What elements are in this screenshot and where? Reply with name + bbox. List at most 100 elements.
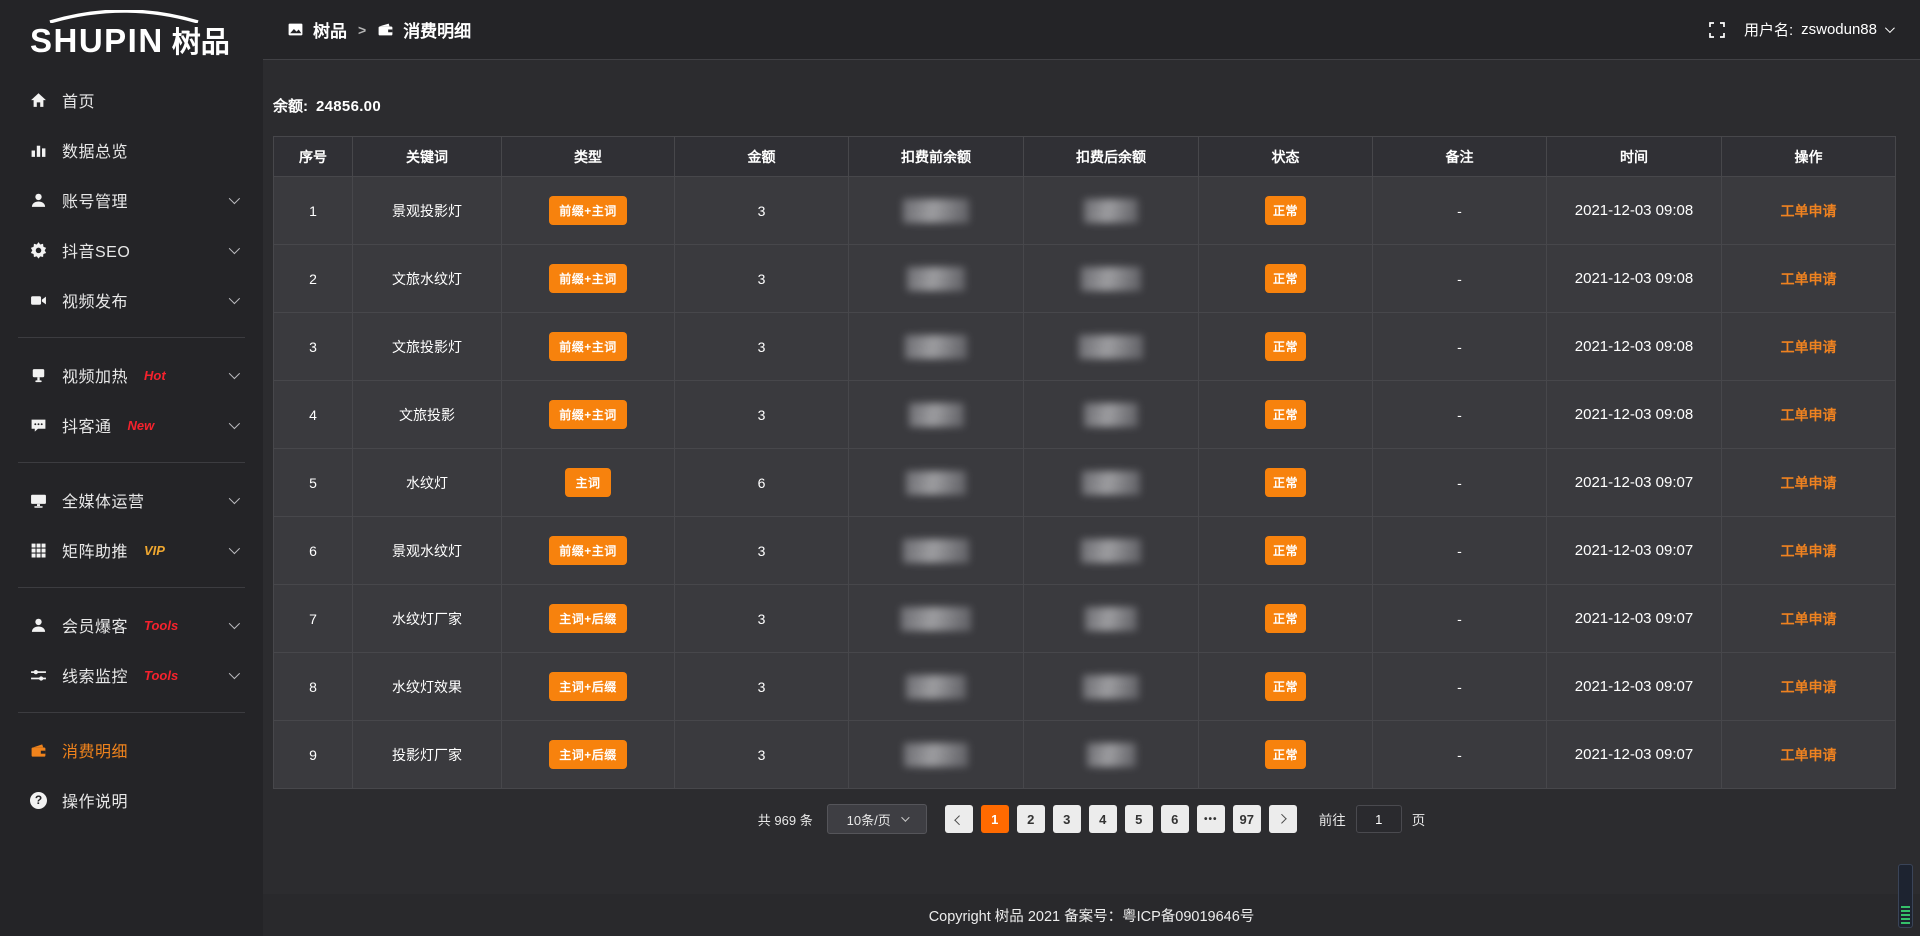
table-row: 8水纹灯效果主词+后缀3正常-2021-12-03 09:07工单申请 [274, 653, 1896, 721]
cell-amount: 3 [675, 381, 849, 449]
cell-keyword: 景观水纹灯 [353, 517, 502, 585]
page-button-2[interactable]: 2 [1017, 805, 1045, 833]
bar-chart-icon [30, 142, 47, 159]
cell-action: 工单申请 [1722, 381, 1896, 449]
next-page-button[interactable] [1269, 805, 1297, 833]
cell-remark: - [1373, 721, 1547, 789]
top-header: 树品 > 消费明细 用户名: zswodun88 [263, 0, 1920, 60]
table-row: 7水纹灯厂家主词+后缀3正常-2021-12-03 09:07工单申请 [274, 585, 1896, 653]
sidebar-item-clue-monitor[interactable]: 线索监控Tools [0, 650, 263, 700]
cell-remark: - [1373, 585, 1547, 653]
cell-amount: 6 [675, 449, 849, 517]
cell-keyword: 水纹灯 [353, 449, 502, 517]
sidebar-item-consume-detail[interactable]: 消费明细 [0, 725, 263, 775]
redacted-balance-before [906, 471, 966, 495]
sidebar-item-home[interactable]: 首页 [0, 75, 263, 125]
sidebar-item-data-overview[interactable]: 数据总览 [0, 125, 263, 175]
page-button-97[interactable]: 97 [1233, 805, 1261, 833]
sidebar-item-video-publish[interactable]: 视频发布 [0, 275, 263, 325]
mini-scroll-widget[interactable] [1898, 864, 1913, 928]
chevron-down-icon [1885, 23, 1895, 33]
cell-status: 正常 [1199, 449, 1373, 517]
sidebar-item-label: 全媒体运营 [62, 488, 145, 512]
sidebar-item-member-baoke[interactable]: 会员爆客Tools [0, 600, 263, 650]
logo-text-cn: 树品 [172, 19, 230, 61]
cell-time: 2021-12-03 09:08 [1547, 177, 1722, 245]
work-order-link[interactable]: 工单申请 [1781, 203, 1837, 219]
more-pages-button[interactable]: ••• [1197, 805, 1225, 833]
work-order-link[interactable]: 工单申请 [1781, 339, 1837, 355]
page-button-1[interactable]: 1 [981, 805, 1009, 833]
work-order-link[interactable]: 工单申请 [1781, 271, 1837, 287]
column-header: 扣费前余额 [849, 137, 1024, 177]
logo-text-en: SHUPIN [30, 22, 164, 60]
chevron-down-icon [229, 243, 240, 254]
page-button-4[interactable]: 4 [1089, 805, 1117, 833]
sidebar-item-media-operation[interactable]: 全媒体运营 [0, 475, 263, 525]
cell-time: 2021-12-03 09:07 [1547, 721, 1722, 789]
page-button-6[interactable]: 6 [1161, 805, 1189, 833]
column-header: 金额 [675, 137, 849, 177]
breadcrumb-root[interactable]: 树品 [313, 17, 347, 42]
question-icon: ? [30, 792, 47, 809]
page-button-3[interactable]: 3 [1053, 805, 1081, 833]
cell-index: 2 [274, 245, 353, 313]
cell-action: 工单申请 [1722, 517, 1896, 585]
work-order-link[interactable]: 工单申请 [1781, 611, 1837, 627]
cell-type: 主词+后缀 [502, 721, 675, 789]
balance-label: 余额: [273, 98, 308, 115]
work-order-link[interactable]: 工单申请 [1781, 475, 1837, 491]
sidebar-item-douyin-seo[interactable]: 抖音SEO [0, 225, 263, 275]
sidebar-item-video-heat[interactable]: 视频加热Hot [0, 350, 263, 400]
sidebar-item-account-manage[interactable]: 账号管理 [0, 175, 263, 225]
goto-label: 前往 [1319, 809, 1346, 829]
cell-balance-before [849, 653, 1024, 721]
page-size-value: 10条/页 [847, 810, 891, 829]
goto-suffix: 页 [1412, 809, 1426, 829]
work-order-link[interactable]: 工单申请 [1781, 407, 1837, 423]
status-badge: 正常 [1265, 196, 1306, 225]
cell-action: 工单申请 [1722, 721, 1896, 789]
user-menu[interactable]: 用户名: zswodun88 [1744, 19, 1892, 40]
page-button-5[interactable]: 5 [1125, 805, 1153, 833]
chevron-right-icon [1277, 813, 1287, 823]
work-order-link[interactable]: 工单申请 [1781, 747, 1837, 763]
table-row: 5水纹灯主词6正常-2021-12-03 09:07工单申请 [274, 449, 1896, 517]
table-wrap: 序号关键词类型金额扣费前余额扣费后余额状态备注时间操作 1景观投影灯前缀+主词3… [273, 136, 1894, 789]
cell-remark: - [1373, 653, 1547, 721]
sidebar-item-label: 视频发布 [62, 288, 128, 312]
type-badge: 前缀+主词 [549, 264, 627, 293]
sliders-icon [30, 667, 47, 684]
sidebar-item-instructions[interactable]: ?操作说明 [0, 775, 263, 825]
prev-page-button[interactable] [945, 805, 973, 833]
sidebar-item-matrix-boost[interactable]: 矩阵助推VIP [0, 525, 263, 575]
fullscreen-icon[interactable] [1708, 21, 1726, 39]
table-row: 1景观投影灯前缀+主词3正常-2021-12-03 09:08工单申请 [274, 177, 1896, 245]
cell-time: 2021-12-03 09:08 [1547, 381, 1722, 449]
goto-page-input[interactable] [1356, 805, 1402, 833]
consume-table: 序号关键词类型金额扣费前余额扣费后余额状态备注时间操作 1景观投影灯前缀+主词3… [273, 136, 1896, 789]
cell-amount: 3 [675, 313, 849, 381]
sidebar-item-label: 数据总览 [62, 138, 128, 162]
status-badge: 正常 [1265, 740, 1306, 769]
cell-action: 工单申请 [1722, 585, 1896, 653]
sidebar-item-label: 视频加热 [62, 363, 128, 387]
sidebar-item-douketong[interactable]: 抖客通New [0, 400, 263, 450]
chevron-left-icon [954, 815, 964, 825]
page-size-select[interactable]: 10条/页 [827, 804, 927, 834]
redacted-balance-before [904, 743, 968, 767]
chevron-down-icon [229, 493, 240, 504]
work-order-link[interactable]: 工单申请 [1781, 543, 1837, 559]
redacted-balance-after [1084, 199, 1138, 223]
work-order-link[interactable]: 工单申请 [1781, 679, 1837, 695]
cell-keyword: 景观投影灯 [353, 177, 502, 245]
status-badge: 正常 [1265, 672, 1306, 701]
cell-action: 工单申请 [1722, 449, 1896, 517]
sidebar-item-label: 线索监控 [62, 663, 128, 687]
sidebar-item-badge: New [128, 418, 155, 433]
user-label: 用户名: [1744, 19, 1793, 40]
table-row: 6景观水纹灯前缀+主词3正常-2021-12-03 09:07工单申请 [274, 517, 1896, 585]
type-badge: 前缀+主词 [549, 196, 627, 225]
question-icon: ? [30, 792, 47, 809]
cell-time: 2021-12-03 09:07 [1547, 585, 1722, 653]
